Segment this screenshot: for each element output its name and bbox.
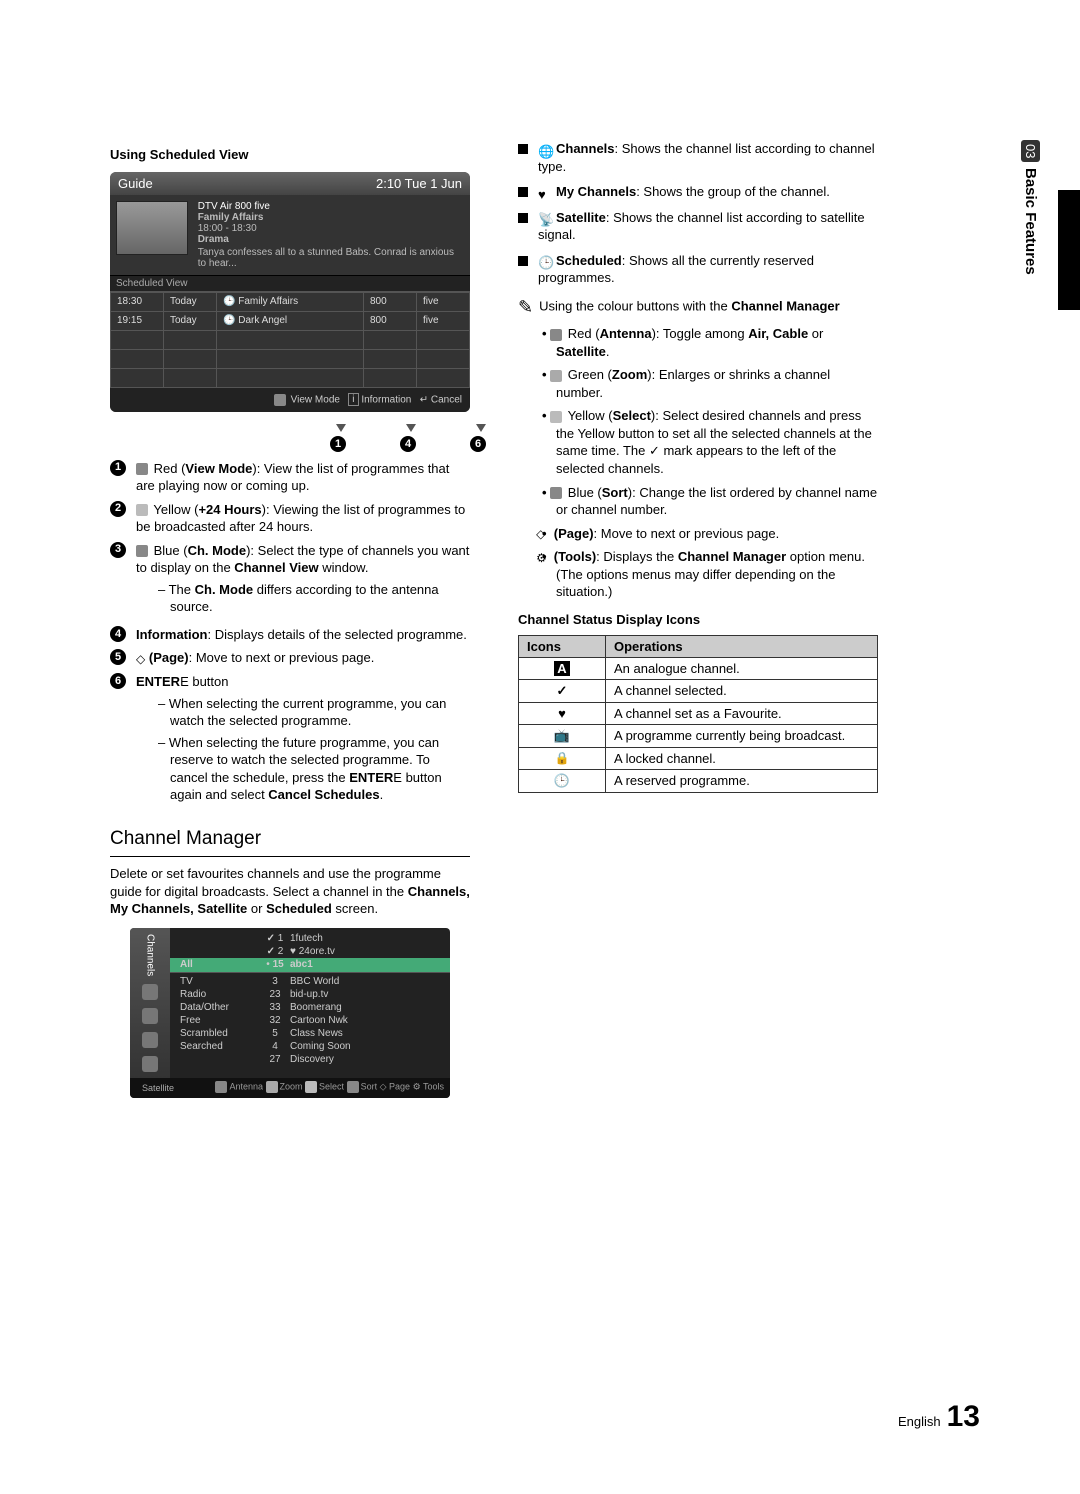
- blue-button-icon: [550, 487, 562, 499]
- heart-icon: [142, 1008, 158, 1024]
- page-footer: English13: [898, 1400, 980, 1434]
- table-row: 19:15Today🕒 Dark Angel800five: [111, 311, 470, 330]
- clock-icon: 🕒: [519, 769, 606, 792]
- table-row: 🔒A locked channel.: [519, 747, 878, 769]
- red-button-icon: [136, 463, 148, 475]
- table-row: AAn analogue channel.: [519, 657, 878, 679]
- guide-table: 18:30Today🕒 Family Affairs800five 19:15T…: [110, 292, 470, 388]
- satellite-icon: 📡: [538, 211, 552, 225]
- callout-markers: 1 4 6: [110, 420, 470, 452]
- table-row: ✓A channel selected.: [519, 679, 878, 702]
- check-icon: ✓: [519, 679, 606, 702]
- globe-icon: 🌐: [538, 143, 552, 157]
- heart-icon: ♥: [538, 186, 552, 200]
- table-row: ♥A channel set as a Favourite.: [519, 702, 878, 724]
- green-button-icon: [550, 370, 562, 382]
- antenna-icon: [142, 984, 158, 1000]
- channel-manager-desc: Delete or set favourites channels and us…: [110, 865, 470, 918]
- yellow-button-icon: [136, 504, 148, 516]
- thumb-marker: [1058, 190, 1080, 310]
- section-tab: 03 Basic Features: [1021, 140, 1040, 275]
- note-line: ✎Using the colour buttons with the Chann…: [518, 295, 878, 319]
- status-icons-table: IconsOperations AAn analogue channel. ✓A…: [518, 635, 878, 793]
- red-button-icon: [550, 329, 562, 341]
- section-label: Basic Features: [1022, 168, 1039, 275]
- yellow-button-icon: [550, 411, 562, 423]
- tv-icon: 📺: [519, 724, 606, 747]
- channel-manager-screenshot: Channels ✓ 11futech ✓ 2♥ 24ore.tv All• 1…: [130, 928, 450, 1098]
- enter-icon: E: [393, 770, 402, 785]
- guide-footer: View Mode i Information ↵ Cancel: [110, 388, 470, 412]
- lock-icon: 🔒: [519, 747, 606, 769]
- table-row: 🕒A reserved programme.: [519, 769, 878, 792]
- heading-status-icons: Channel Status Display Icons: [518, 611, 878, 629]
- page-icon: ◇: [136, 651, 145, 667]
- colour-button-list: Red (Antenna): Toggle among Air, Cable o…: [542, 325, 878, 601]
- guide-screenshot: Guide 2:10 Tue 1 Jun DTV Air 800 five Fa…: [110, 172, 470, 412]
- table-row: 📺A programme currently being broadcast.: [519, 724, 878, 747]
- heart-icon: ♥: [519, 702, 606, 724]
- thumbnail-icon: [116, 201, 188, 255]
- blue-button-icon: [136, 545, 148, 557]
- clock-icon: [142, 1056, 158, 1072]
- guide-section-label: Scheduled View: [110, 275, 470, 292]
- table-row: 18:30Today🕒 Family Affairs800five: [111, 292, 470, 311]
- section-number: 03: [1021, 140, 1040, 162]
- enter-icon: E: [180, 674, 189, 689]
- satellite-icon: [142, 1032, 158, 1048]
- note-icon: ✎: [518, 297, 533, 317]
- analogue-icon: A: [554, 661, 569, 676]
- feature-list: 🌐Channels: Shows the channel list accord…: [518, 140, 878, 287]
- heading-scheduled-view: Using Scheduled View: [110, 146, 470, 164]
- guide-meta: DTV Air 800 five Family Affairs 18:00 - …: [198, 201, 464, 269]
- guide-title: Guide: [118, 176, 153, 191]
- page-number: 13: [947, 1400, 980, 1433]
- numbered-list: 1 Red (View Mode): View the list of prog…: [110, 460, 470, 808]
- clock-icon: 🕒: [538, 254, 552, 268]
- guide-time: 2:10 Tue 1 Jun: [376, 176, 462, 191]
- heading-channel-manager: Channel Manager: [110, 828, 470, 850]
